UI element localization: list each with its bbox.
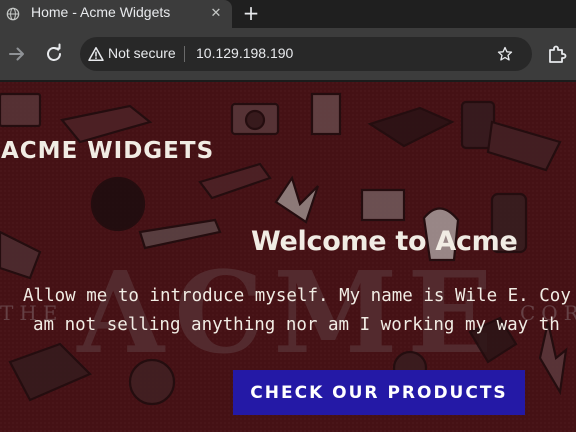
check-products-button[interactable]: CHECK OUR PRODUCTS	[233, 370, 525, 415]
tab-title: Home - Acme Widgets	[31, 4, 171, 20]
hero-title: Welcome to Acme	[251, 226, 518, 257]
forward-arrow-icon[interactable]	[5, 42, 29, 66]
warning-triangle-icon[interactable]	[88, 46, 104, 62]
globe-icon	[6, 7, 20, 21]
extensions-puzzle-icon[interactable]	[545, 42, 569, 66]
browser-tab[interactable]: Home - Acme Widgets ✕	[0, 0, 232, 28]
tab-strip: Home - Acme Widgets ✕ +	[0, 0, 576, 28]
url-text[interactable]: 10.129.198.190	[196, 45, 293, 61]
browser-toolbar: Not secure 10.129.198.190	[0, 28, 576, 80]
tab-close-icon[interactable]: ✕	[208, 6, 224, 22]
site-brand-logo[interactable]: ACME WIDGETS	[1, 138, 214, 164]
hero-intro-line-1: Allow me to introduce myself. My name is…	[23, 286, 571, 306]
reload-icon[interactable]	[42, 42, 66, 66]
page-viewport[interactable]: ACME THE CORP ACME WI	[0, 82, 576, 432]
hero-intro-line-2: am not selling anything nor am I working…	[33, 315, 560, 335]
bookmark-star-icon[interactable]	[497, 46, 513, 62]
address-divider	[184, 46, 185, 62]
address-bar[interactable]: Not secure 10.129.198.190	[80, 37, 532, 71]
new-tab-icon[interactable]: +	[242, 3, 260, 23]
security-status-label[interactable]: Not secure	[108, 45, 176, 61]
